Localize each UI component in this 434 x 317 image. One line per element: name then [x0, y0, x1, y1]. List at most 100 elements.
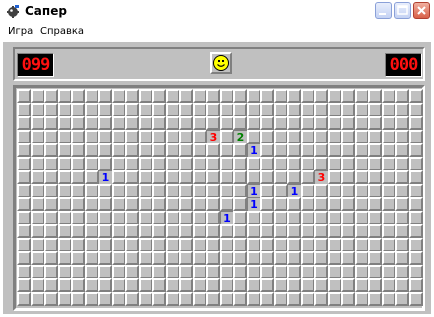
hidden-cell[interactable] [17, 89, 31, 103]
hidden-cell[interactable] [381, 278, 396, 292]
hidden-cell[interactable] [98, 197, 112, 211]
hidden-cell[interactable] [300, 210, 315, 225]
hidden-cell[interactable] [30, 251, 45, 265]
hidden-cell[interactable] [44, 197, 58, 211]
hidden-cell[interactable] [300, 237, 315, 252]
hidden-cell[interactable] [327, 143, 342, 157]
hidden-cell[interactable] [246, 102, 261, 117]
hidden-cell[interactable] [273, 116, 288, 130]
hidden-cell[interactable] [57, 183, 72, 198]
hidden-cell[interactable] [165, 291, 180, 306]
hidden-cell[interactable] [381, 170, 396, 184]
hidden-cell[interactable] [287, 237, 301, 252]
hidden-cell[interactable] [138, 278, 153, 292]
hidden-cell[interactable] [341, 89, 355, 103]
hidden-cell[interactable] [341, 264, 355, 279]
hidden-cell[interactable] [84, 264, 99, 279]
hidden-cell[interactable] [260, 89, 274, 103]
hidden-cell[interactable] [327, 183, 342, 198]
hidden-cell[interactable] [368, 116, 382, 130]
hidden-cell[interactable] [341, 291, 355, 306]
hidden-cell[interactable] [192, 129, 207, 144]
hidden-cell[interactable] [192, 143, 207, 157]
hidden-cell[interactable] [395, 197, 409, 211]
hidden-cell[interactable] [246, 237, 261, 252]
hidden-cell[interactable] [30, 170, 45, 184]
hidden-cell[interactable] [57, 210, 72, 225]
hidden-cell[interactable] [233, 89, 247, 103]
hidden-cell[interactable] [138, 89, 153, 103]
hidden-cell[interactable] [395, 89, 409, 103]
hidden-cell[interactable] [314, 89, 328, 103]
hidden-cell[interactable] [314, 224, 328, 238]
hidden-cell[interactable] [341, 210, 355, 225]
hidden-cell[interactable] [138, 264, 153, 279]
hidden-cell[interactable] [44, 237, 58, 252]
hidden-cell[interactable] [381, 156, 396, 171]
hidden-cell[interactable] [408, 89, 423, 103]
hidden-cell[interactable] [381, 89, 396, 103]
hidden-cell[interactable] [246, 210, 261, 225]
hidden-cell[interactable] [300, 278, 315, 292]
hidden-cell[interactable] [354, 129, 369, 144]
hidden-cell[interactable] [273, 183, 288, 198]
hidden-cell[interactable] [17, 210, 31, 225]
hidden-cell[interactable] [287, 291, 301, 306]
hidden-cell[interactable] [233, 116, 247, 130]
hidden-cell[interactable] [246, 251, 261, 265]
hidden-cell[interactable] [71, 170, 85, 184]
hidden-cell[interactable] [192, 197, 207, 211]
hidden-cell[interactable] [179, 237, 193, 252]
revealed-cell[interactable]: 1 [219, 210, 234, 225]
hidden-cell[interactable] [57, 156, 72, 171]
hidden-cell[interactable] [152, 237, 166, 252]
hidden-cell[interactable] [300, 197, 315, 211]
hidden-cell[interactable] [165, 102, 180, 117]
hidden-cell[interactable] [71, 251, 85, 265]
hidden-cell[interactable] [152, 89, 166, 103]
hidden-cell[interactable] [354, 170, 369, 184]
hidden-cell[interactable] [17, 251, 31, 265]
hidden-cell[interactable] [300, 224, 315, 238]
hidden-cell[interactable] [44, 251, 58, 265]
hidden-cell[interactable] [408, 143, 423, 157]
hidden-cell[interactable] [354, 183, 369, 198]
hidden-cell[interactable] [368, 170, 382, 184]
hidden-cell[interactable] [395, 183, 409, 198]
hidden-cell[interactable] [233, 170, 247, 184]
hidden-cell[interactable] [219, 237, 234, 252]
hidden-cell[interactable] [206, 251, 220, 265]
hidden-cell[interactable] [395, 264, 409, 279]
hidden-cell[interactable] [368, 143, 382, 157]
hidden-cell[interactable] [287, 278, 301, 292]
hidden-cell[interactable] [300, 251, 315, 265]
hidden-cell[interactable] [165, 183, 180, 198]
hidden-cell[interactable] [179, 197, 193, 211]
hidden-cell[interactable] [17, 197, 31, 211]
hidden-cell[interactable] [98, 183, 112, 198]
hidden-cell[interactable] [111, 156, 126, 171]
hidden-cell[interactable] [111, 197, 126, 211]
hidden-cell[interactable] [98, 156, 112, 171]
hidden-cell[interactable] [30, 156, 45, 171]
hidden-cell[interactable] [192, 89, 207, 103]
hidden-cell[interactable] [233, 237, 247, 252]
hidden-cell[interactable] [30, 197, 45, 211]
hidden-cell[interactable] [408, 129, 423, 144]
hidden-cell[interactable] [44, 291, 58, 306]
hidden-cell[interactable] [138, 291, 153, 306]
hidden-cell[interactable] [111, 210, 126, 225]
hidden-cell[interactable] [44, 89, 58, 103]
hidden-cell[interactable] [381, 116, 396, 130]
hidden-cell[interactable] [300, 291, 315, 306]
hidden-cell[interactable] [206, 143, 220, 157]
hidden-cell[interactable] [179, 116, 193, 130]
hidden-cell[interactable] [354, 224, 369, 238]
hidden-cell[interactable] [138, 170, 153, 184]
hidden-cell[interactable] [111, 251, 126, 265]
hidden-cell[interactable] [165, 116, 180, 130]
hidden-cell[interactable] [314, 183, 328, 198]
hidden-cell[interactable] [233, 264, 247, 279]
hidden-cell[interactable] [395, 224, 409, 238]
hidden-cell[interactable] [138, 251, 153, 265]
